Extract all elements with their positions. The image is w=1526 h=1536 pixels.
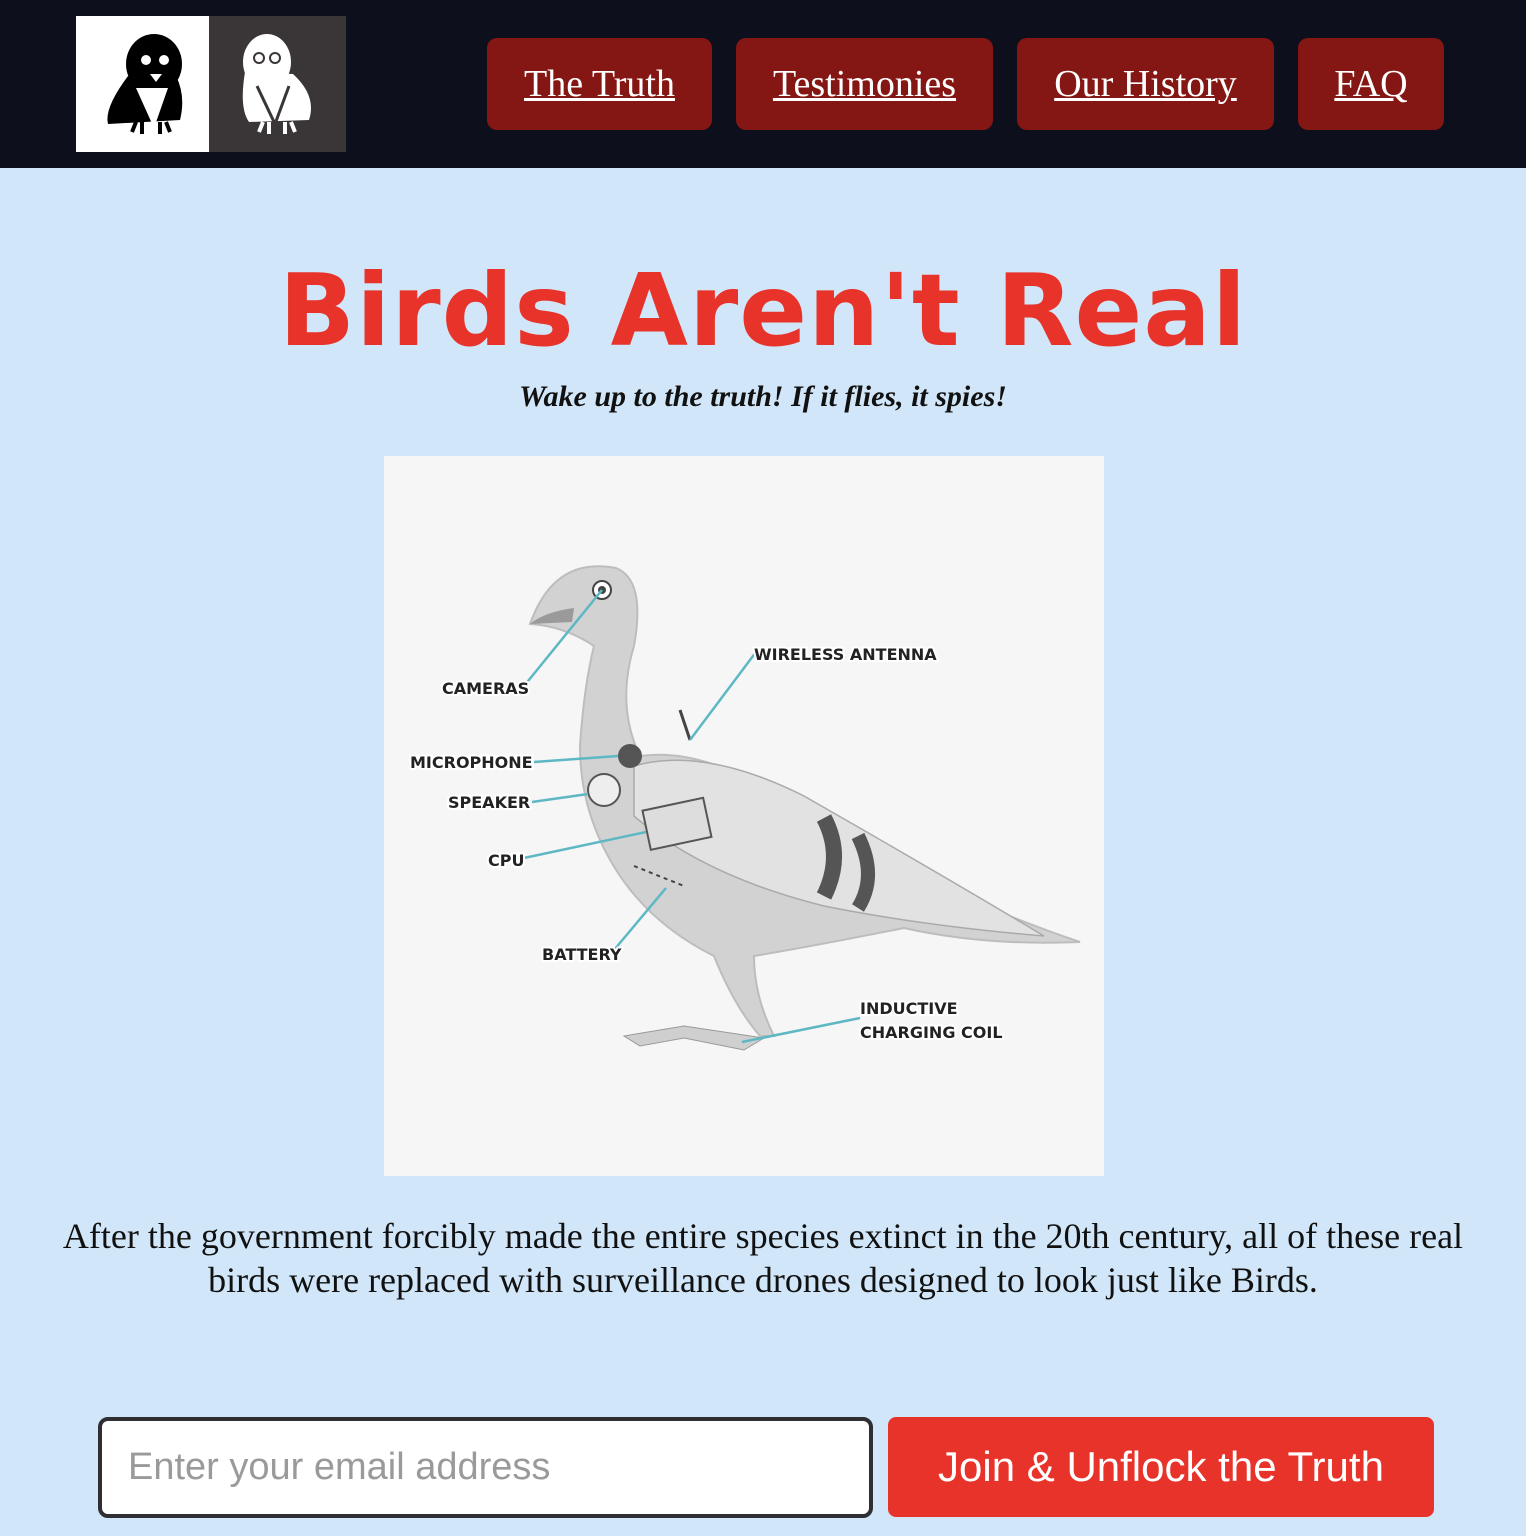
label-inductive: INDUCTIVE — [860, 999, 958, 1018]
logo-dark-half — [209, 16, 346, 152]
join-button[interactable]: Join & Unflock the Truth — [888, 1417, 1434, 1517]
site-header: The Truth Testimonies Our History FAQ — [0, 0, 1526, 168]
label-speaker: SPEAKER — [448, 793, 530, 812]
surveillance-bird-diagram: CAMERAS WIRELESS ANTENNA MICROPHONE SPEA… — [384, 456, 1104, 1176]
label-wireless-antenna: WIRELESS ANTENNA — [754, 645, 937, 664]
logo-light-half — [76, 16, 209, 152]
pigeon-feet — [622, 1025, 766, 1051]
nav-testimonies[interactable]: Testimonies — [736, 38, 993, 130]
nav-our-history[interactable]: Our History — [1017, 38, 1274, 130]
page-title: Birds Aren't Real — [278, 252, 1248, 369]
nav-the-truth[interactable]: The Truth — [487, 38, 712, 130]
label-battery: BATTERY — [542, 945, 622, 964]
label-charging-coil: CHARGING COIL — [860, 1023, 1003, 1042]
tagline: Wake up to the truth! If it flies, it sp… — [519, 380, 1007, 413]
intro-paragraph: After the government forcibly made the e… — [62, 1216, 1464, 1300]
nav-faq[interactable]: FAQ — [1298, 38, 1444, 130]
email-input[interactable] — [98, 1417, 873, 1518]
label-cameras: CAMERAS — [442, 679, 529, 698]
label-microphone: MICROPHONE — [410, 753, 533, 772]
microphone-part — [618, 744, 642, 768]
bird-logo-icon[interactable] — [76, 16, 346, 152]
speaker-part — [587, 773, 621, 807]
label-cpu: CPU — [488, 851, 524, 870]
